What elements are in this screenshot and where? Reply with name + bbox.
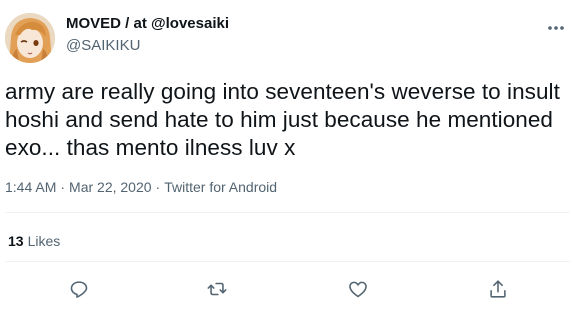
tweet-source[interactable]: Twitter for Android [164,179,277,195]
tweet-metadata: 1:44 AM · Mar 22, 2020 · Twitter for Android [5,179,277,195]
more-icon [548,26,564,30]
anime-avatar-icon [5,13,55,63]
meta-separator: · [60,179,66,195]
divider [5,212,570,213]
tweet-text-line: hoshi and send hate to him just because … [5,107,553,132]
tweet-time[interactable]: 1:44 AM [5,179,56,195]
retweet-icon [207,282,227,296]
heart-icon [349,281,367,298]
tweet-card: MOVED / at @lovesaiki @SAIKIKU army are … [0,0,574,323]
meta-separator: · [155,179,161,195]
tweet-date[interactable]: Mar 22, 2020 [69,179,152,195]
share-icon [490,280,506,298]
user-handle[interactable]: @SAIKIKU [66,37,140,54]
likes-count: 13 [8,233,24,249]
like-button[interactable] [346,277,370,301]
retweet-button[interactable] [205,277,229,301]
avatar[interactable] [5,13,55,63]
divider [5,261,570,262]
reply-button[interactable] [67,277,91,301]
tweet-text-line: exo... thas mento ilness luv x [5,135,296,160]
reply-icon [70,281,88,298]
user-display-name[interactable]: MOVED / at @lovesaiki [66,15,229,32]
likes-stat[interactable]: 13 Likes [8,233,60,249]
share-button[interactable] [486,277,510,301]
likes-label: Likes [27,233,61,249]
more-options-button[interactable] [546,18,566,38]
tweet-text-line: army are really going into seventeen's w… [5,79,560,104]
tweet-text: army are really going into seventeen's w… [5,78,570,162]
